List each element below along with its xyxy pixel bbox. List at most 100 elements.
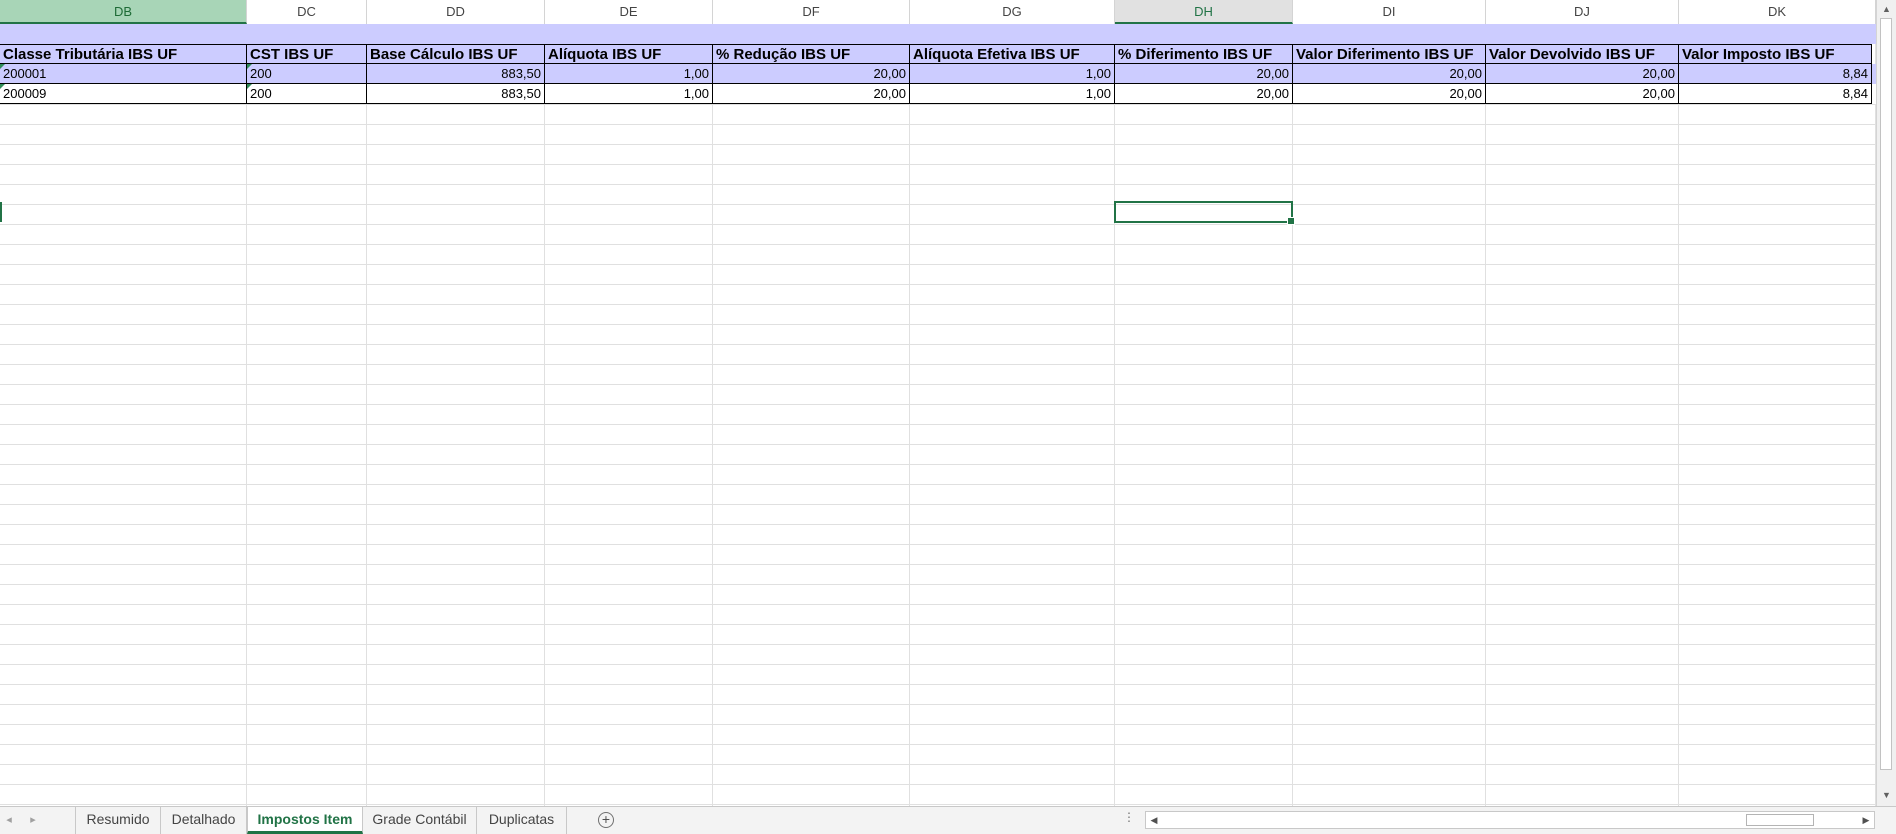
header-cell[interactable]: Classe Tributária IBS UF (0, 44, 247, 64)
header-cell[interactable]: Valor Imposto IBS UF (1679, 44, 1872, 64)
table-cell[interactable]: 20,00 (1486, 64, 1679, 84)
tab-impostos-item[interactable]: Impostos Item (247, 807, 363, 834)
gridline-horizontal (0, 424, 1876, 425)
column-header-dj[interactable]: DJ (1486, 0, 1679, 24)
column-header-dh[interactable]: DH (1115, 0, 1293, 24)
gridline-horizontal (0, 504, 1876, 505)
prev-sheet-icon[interactable]: ◂ (2, 813, 16, 826)
header-cell[interactable]: Valor Diferimento IBS UF (1293, 44, 1486, 64)
gridline-vertical (1114, 24, 1115, 806)
header-cell[interactable]: Alíquota IBS UF (545, 44, 713, 64)
gridline-vertical (1292, 24, 1293, 806)
column-header-di[interactable]: DI (1293, 0, 1486, 24)
scroll-left-icon[interactable]: ◀ (1146, 812, 1162, 828)
gridline-horizontal (0, 644, 1876, 645)
gridline-horizontal (0, 264, 1876, 265)
gridline-vertical (366, 24, 367, 806)
column-header-db[interactable]: DB (0, 0, 247, 24)
table-cell[interactable]: 1,00 (545, 64, 713, 84)
gridline-horizontal (0, 404, 1876, 405)
gridline-horizontal (0, 144, 1876, 145)
cell-value: 200001 (3, 66, 47, 81)
table-cell[interactable]: 8,84 (1679, 84, 1872, 104)
fill-handle[interactable] (1287, 217, 1295, 225)
gridline-horizontal (0, 584, 1876, 585)
scroll-down-icon[interactable]: ▼ (1879, 788, 1894, 802)
cell-value: 200 (250, 86, 272, 101)
table-cell[interactable]: 20,00 (713, 84, 910, 104)
column-header-row: DB DC DD DE DF DG DH DI DJ DK (0, 0, 1876, 25)
gridline-horizontal (0, 284, 1876, 285)
gridline-horizontal (0, 164, 1876, 165)
column-header-de[interactable]: DE (545, 0, 713, 24)
scroll-up-icon[interactable]: ▲ (1879, 2, 1894, 16)
gridline-horizontal (0, 784, 1876, 785)
table-cell[interactable]: 20,00 (1115, 84, 1293, 104)
text-number-indicator (0, 84, 5, 89)
column-header-dg[interactable]: DG (910, 0, 1115, 24)
vertical-scroll-thumb[interactable] (1880, 18, 1892, 770)
gridline-horizontal (0, 744, 1876, 745)
tab-resumido[interactable]: Resumido (75, 807, 161, 834)
column-header-dk[interactable]: DK (1679, 0, 1876, 24)
gridline-horizontal (0, 624, 1876, 625)
add-sheet-icon[interactable]: + (598, 812, 614, 828)
text-number-indicator (0, 64, 5, 69)
header-cell[interactable]: CST IBS UF (247, 44, 367, 64)
table-cell[interactable]: 200 (247, 84, 367, 104)
table-cell[interactable]: 883,50 (367, 84, 545, 104)
text-number-indicator (247, 64, 252, 69)
table-cell[interactable]: 20,00 (713, 64, 910, 84)
table-cell[interactable]: 200 (247, 64, 367, 84)
gridline-horizontal (0, 664, 1876, 665)
gridline-horizontal (0, 444, 1876, 445)
gridline-horizontal (0, 724, 1876, 725)
column-header-dc[interactable]: DC (247, 0, 367, 24)
header-cell[interactable]: % Diferimento IBS UF (1115, 44, 1293, 64)
table-cell[interactable]: 883,50 (367, 64, 545, 84)
gridline-horizontal (0, 224, 1876, 225)
spreadsheet-grid[interactable]: Classe Tributária IBS UF CST IBS UF Base… (0, 24, 1876, 806)
header-cell[interactable]: Base Cálculo IBS UF (367, 44, 545, 64)
gridline-vertical (1485, 24, 1486, 806)
header-band-row[interactable] (0, 24, 1876, 44)
table-cell[interactable]: 1,00 (910, 64, 1115, 84)
gridline-horizontal (0, 544, 1876, 545)
column-header-df[interactable]: DF (713, 0, 910, 24)
table-cell[interactable]: 20,00 (1293, 64, 1486, 84)
gridline-horizontal (0, 524, 1876, 525)
gridline-horizontal (0, 324, 1876, 325)
table-cell[interactable]: 200001 (0, 64, 247, 84)
scroll-right-icon[interactable]: ▶ (1858, 812, 1874, 828)
gridline-vertical (1678, 24, 1679, 806)
tab-detalhado[interactable]: Detalhado (161, 807, 247, 834)
header-cell[interactable]: Alíquota Efetiva IBS UF (910, 44, 1115, 64)
gridline-horizontal (0, 204, 1876, 205)
table-cell[interactable]: 1,00 (910, 84, 1115, 104)
table-cell[interactable]: 200009 (0, 84, 247, 104)
horizontal-scrollbar[interactable]: ◀ ▶ (1145, 811, 1875, 829)
text-number-indicator (247, 84, 252, 89)
gridline-horizontal (0, 764, 1876, 765)
table-cell[interactable]: 20,00 (1115, 64, 1293, 84)
header-cell[interactable]: Valor Devolvido IBS UF (1486, 44, 1679, 64)
gridline-horizontal (0, 244, 1876, 245)
next-sheet-icon[interactable]: ▸ (26, 813, 40, 826)
selected-cell[interactable] (1114, 201, 1295, 225)
header-cell[interactable]: % Redução IBS UF (713, 44, 910, 64)
column-header-dd[interactable]: DD (367, 0, 545, 24)
gridline-horizontal (0, 364, 1876, 365)
vertical-scrollbar[interactable]: ▲ ▼ (1876, 0, 1896, 806)
horizontal-scroll-thumb[interactable] (1746, 814, 1814, 826)
tab-split-handle-icon[interactable]: ⋮ (1123, 810, 1135, 824)
gridline-horizontal (0, 464, 1876, 465)
table-cell[interactable]: 1,00 (545, 84, 713, 104)
table-cell[interactable]: 8,84 (1679, 64, 1872, 84)
tab-grade-contabil[interactable]: Grade Contábil (363, 807, 477, 834)
table-cell[interactable]: 20,00 (1293, 84, 1486, 104)
gridline-horizontal (0, 304, 1876, 305)
tab-duplicatas[interactable]: Duplicatas (477, 807, 567, 834)
table-cell[interactable]: 20,00 (1486, 84, 1679, 104)
table-header-row: Classe Tributária IBS UF CST IBS UF Base… (0, 44, 1876, 64)
active-row-indicator (0, 202, 2, 222)
